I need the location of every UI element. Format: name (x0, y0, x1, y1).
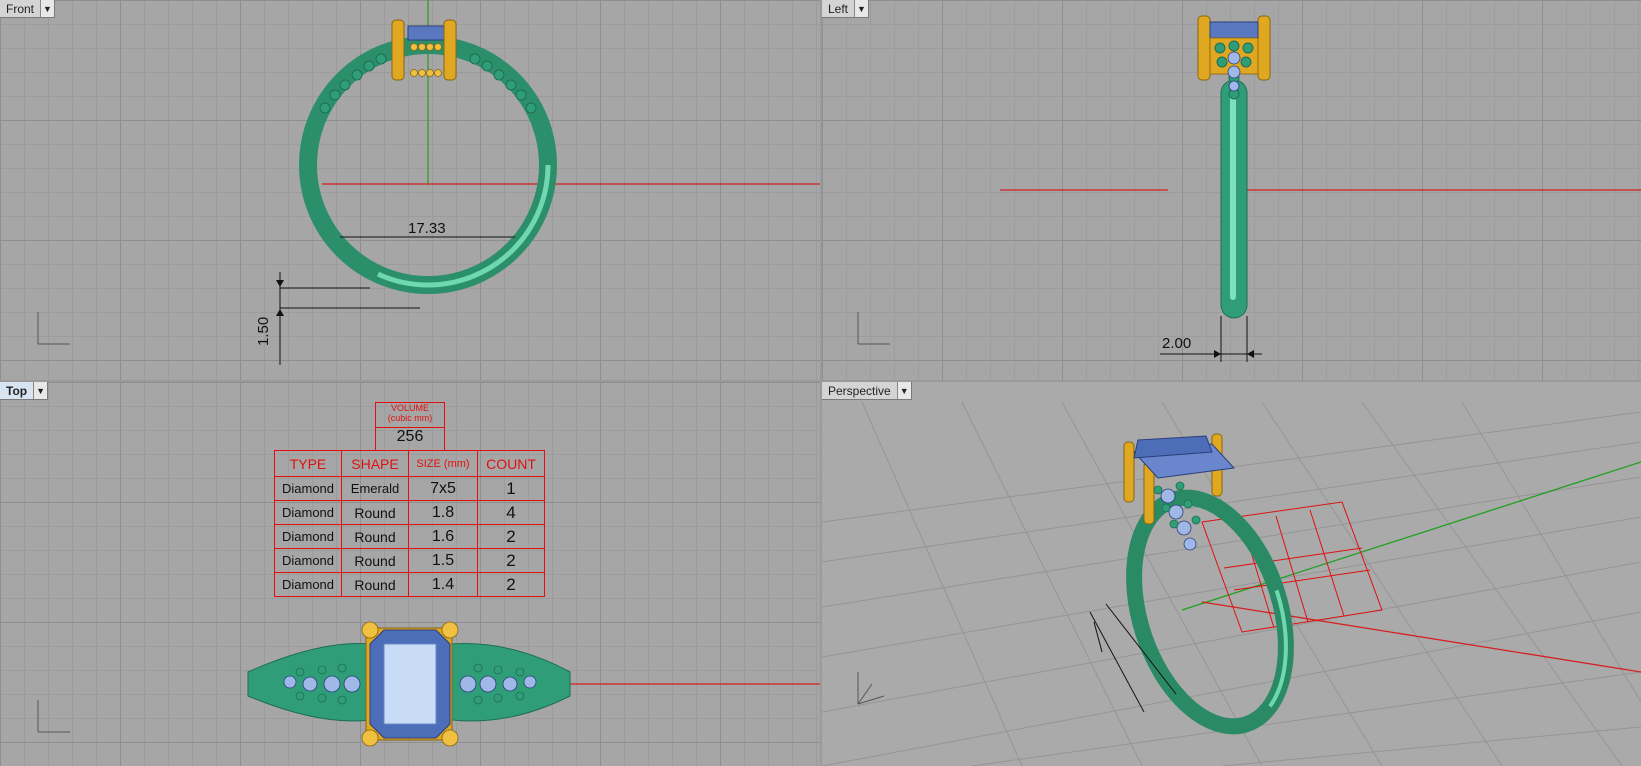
viewport-perspective[interactable]: Perspective ▼ (822, 382, 1641, 766)
viewport-title: Front (6, 1, 35, 16)
perspective-view-canvas (822, 401, 1641, 766)
front-width-dimension: 17.33 (408, 220, 446, 237)
stone-spec-table: TYPE SHAPE SIZE (mm) COUNT Diamond Emera… (274, 450, 545, 597)
header-size: SIZE (mm) (408, 450, 478, 477)
front-view-canvas (37, 0, 820, 365)
left-width-dimension: 2.00 (1162, 335, 1192, 352)
table-row: Diamond Round 1.4 2 (274, 572, 545, 597)
world-axes-icon (37, 700, 70, 733)
volume-label: VOLUME (390, 403, 429, 413)
cell-shape: Emerald (341, 476, 409, 501)
world-axes-icon (37, 312, 70, 345)
viewport-tab-perspective[interactable]: Perspective ▼ (822, 382, 912, 400)
cell-shape: Round (341, 572, 409, 597)
cell-type: Diamond (274, 524, 342, 549)
cell-type: Diamond (274, 500, 342, 525)
table-row: Diamond Round 1.6 2 (274, 524, 545, 549)
perspective-grid (822, 401, 1641, 766)
table-header-row: TYPE SHAPE SIZE (mm) COUNT (274, 450, 545, 477)
table-row: Diamond Emerald 7x5 1 (274, 476, 545, 501)
cell-type: Diamond (274, 548, 342, 573)
header-count: COUNT (477, 450, 545, 477)
volume-label-box: VOLUME (cubic mm) (375, 402, 445, 428)
viewport-top[interactable]: Top ▼ VOLUME (cubic mm) 256 TYPE SHAPE S… (0, 382, 820, 766)
dropdown-arrow-icon[interactable]: ▼ (854, 0, 869, 17)
cell-type: Diamond (274, 476, 342, 501)
front-thickness-dimension: 1.50 (255, 316, 272, 346)
dropdown-arrow-icon[interactable]: ▼ (896, 382, 911, 399)
cell-size: 1.8 (408, 500, 478, 525)
left-view-canvas (857, 15, 1641, 362)
cell-size: 1.4 (408, 572, 478, 597)
cell-shape: Round (341, 524, 409, 549)
header-type: TYPE (274, 450, 342, 477)
viewport-tab-left[interactable]: Left ▼ (822, 0, 870, 18)
cell-size: 1.5 (408, 548, 478, 573)
cell-count: 2 (477, 548, 545, 573)
cell-size: 7x5 (408, 476, 478, 501)
cell-count: 4 (477, 500, 545, 525)
table-row: Diamond Round 1.5 2 (274, 548, 545, 573)
cell-shape: Round (341, 548, 409, 573)
viewport-title: Top (6, 383, 28, 398)
volume-unit: (cubic mm) (387, 413, 433, 423)
dropdown-arrow-icon[interactable]: ▼ (33, 382, 48, 399)
cell-shape: Round (341, 500, 409, 525)
volume-value: 256 (375, 427, 445, 451)
cell-type: Diamond (274, 572, 342, 597)
viewport-title: Left (828, 1, 849, 16)
world-axes-icon (857, 312, 890, 345)
cell-size: 1.6 (408, 524, 478, 549)
viewport-left[interactable]: Left ▼ 2.00 (822, 0, 1641, 380)
cell-count: 2 (477, 524, 545, 549)
table-row: Diamond Round 1.8 4 (274, 500, 545, 525)
viewport-title: Perspective (828, 383, 891, 398)
viewport-tab-front[interactable]: Front ▼ (0, 0, 56, 18)
cell-count: 1 (477, 476, 545, 501)
header-shape: SHAPE (341, 450, 409, 477)
viewport-front[interactable]: Front ▼ 17.33 1.50 (0, 0, 820, 380)
dropdown-arrow-icon[interactable]: ▼ (40, 0, 55, 17)
cell-count: 2 (477, 572, 545, 597)
world-axes-icon (857, 672, 885, 705)
viewport-tab-top[interactable]: Top ▼ (0, 382, 49, 400)
